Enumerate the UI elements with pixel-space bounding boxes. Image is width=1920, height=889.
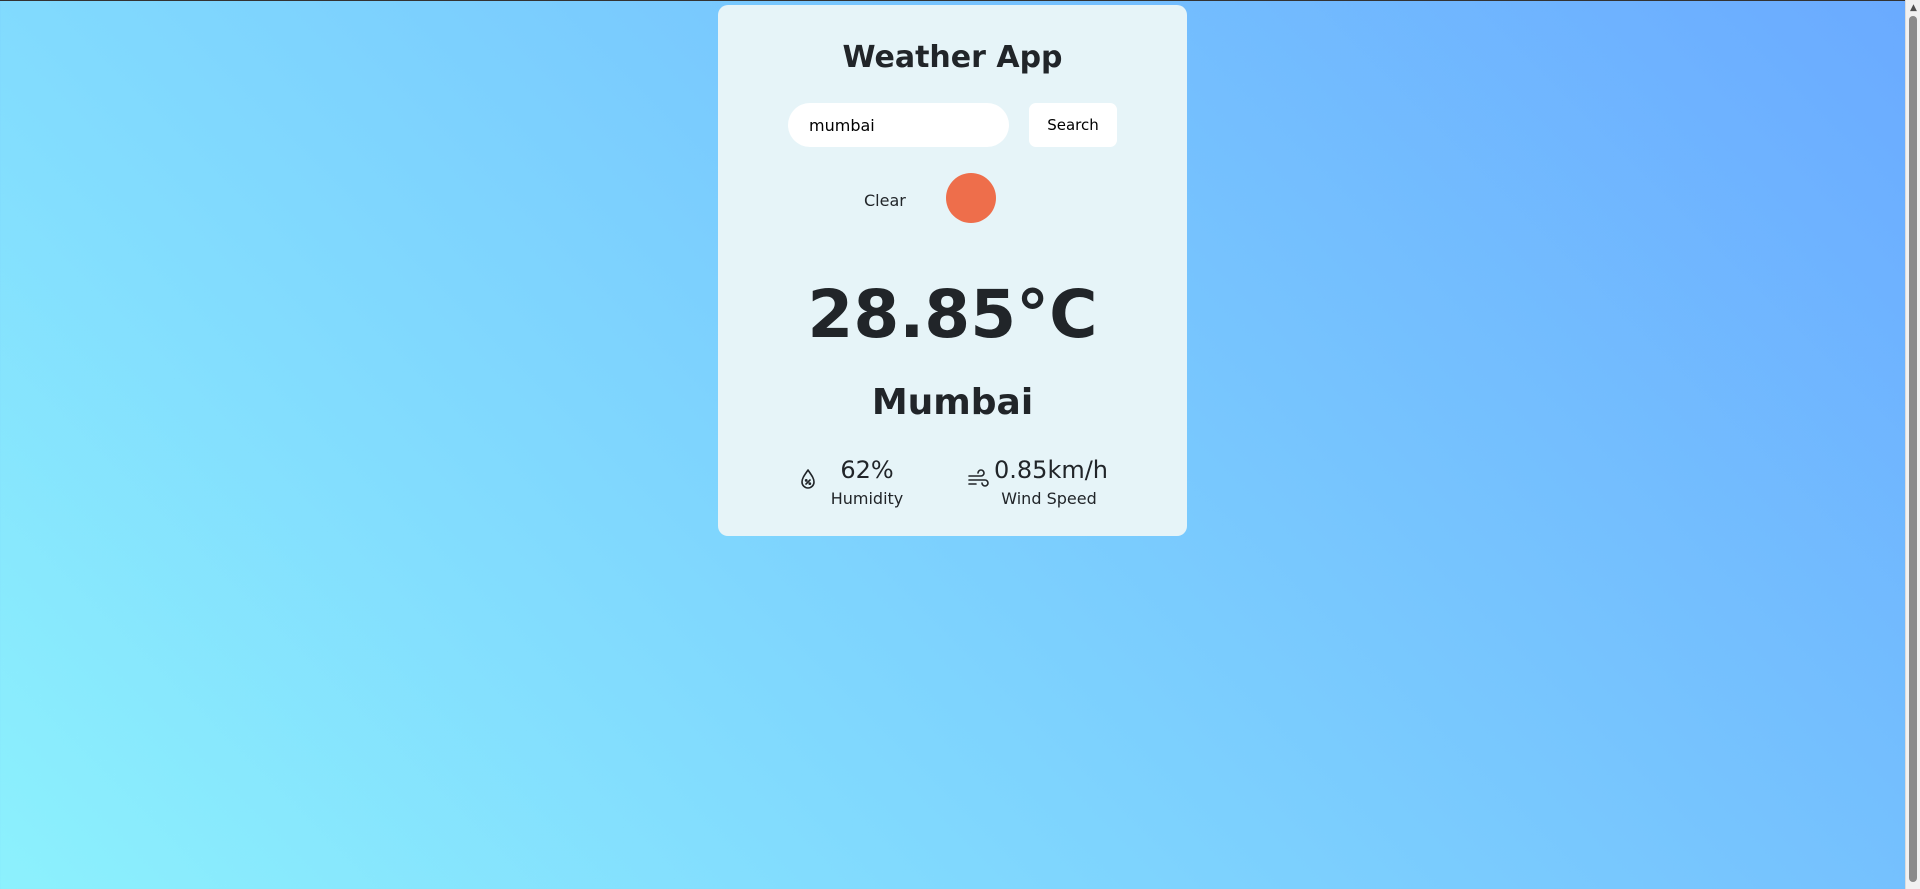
weather-condition-text: Clear [864, 191, 906, 210]
scrollbar-thumb[interactable] [1909, 16, 1917, 882]
app-title: Weather App [842, 40, 1063, 75]
search-button[interactable]: Search [1029, 103, 1117, 147]
humidity-drop-icon [796, 467, 820, 491]
temperature-value: 28.85°C [807, 276, 1098, 353]
window-top-border [0, 0, 1905, 1]
weather-card: Weather App Search Clear 28.85°C Mumbai … [718, 5, 1187, 536]
vertical-scrollbar[interactable]: ▲ [1905, 0, 1920, 889]
scroll-up-arrow-icon[interactable]: ▲ [1906, 2, 1920, 14]
wind-speed-label: Wind Speed [1001, 489, 1097, 508]
humidity-label: Humidity [830, 489, 904, 508]
sun-circle-icon [946, 173, 996, 223]
city-name: Mumbai [871, 382, 1034, 423]
wind-icon [966, 467, 990, 491]
humidity-value: 62% [840, 456, 894, 484]
wind-speed-value: 0.85km/h [994, 456, 1109, 484]
city-search-input[interactable] [788, 103, 1009, 147]
